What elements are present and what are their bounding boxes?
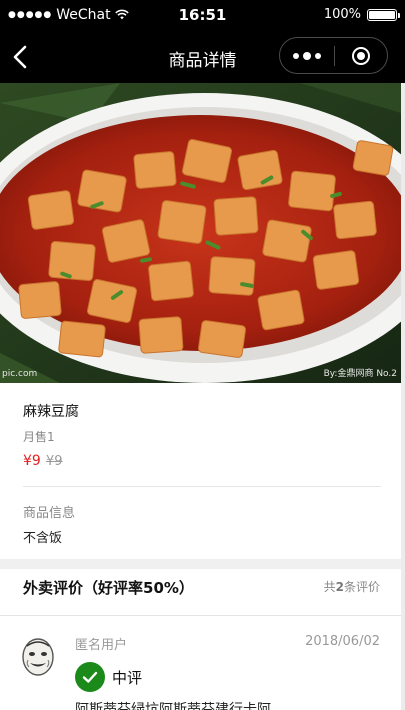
product-info-label: 商品信息 — [23, 506, 76, 521]
review-header: 外卖评价（好评率50%） 共2条评价 — [0, 569, 401, 616]
divider — [23, 486, 381, 487]
status-right: 100% — [323, 7, 400, 22]
original-price: ¥9 — [46, 454, 63, 469]
battery-percent: 100% — [323, 7, 361, 22]
product-info-card: 麻辣豆腐 月售1 ¥9 ¥9 商品信息 不含饭 — [0, 383, 401, 559]
more-dots-icon[interactable] — [280, 38, 334, 73]
review-count-number: 2 — [335, 580, 344, 594]
check-circle-icon — [75, 662, 105, 692]
image-watermark-left: pic.com — [2, 369, 38, 379]
mapo-tofu-photo — [0, 83, 401, 383]
nav-bar: 商品详情 — [0, 32, 405, 83]
review-count-suffix: 条评价 — [343, 580, 380, 594]
status-bar: ●●●●● WeChat 16:51 100% — [0, 0, 405, 32]
review-rating: 中评 — [112, 669, 143, 687]
product-info-value: 不含饭 — [23, 531, 63, 546]
review-section-title: 外卖评价（好评率50%） — [23, 579, 194, 597]
product-image: pic.com By:金鼎网商 No.2 — [0, 83, 401, 383]
avatar — [22, 638, 54, 676]
review-text: 阿斯蒂芬绿坑阿斯蒂芬建行卡阿 — [75, 702, 271, 710]
target-circle-icon[interactable] — [334, 38, 387, 73]
monthly-sales: 月售1 — [23, 430, 55, 444]
review-count-link[interactable]: 共2条评价 — [324, 578, 380, 595]
review-date: 2018/06/02 — [305, 634, 380, 649]
scrollbar-track[interactable] — [401, 83, 405, 710]
capsule-menu — [279, 37, 388, 74]
review-count-prefix: 共 — [323, 580, 336, 594]
product-name: 麻辣豆腐 — [23, 404, 79, 420]
section-gap — [0, 559, 401, 569]
image-watermark-right: By:金鼎网商 No.2 — [323, 369, 397, 379]
product-price: ¥9 — [23, 453, 41, 469]
review-username: 匿名用户 — [75, 638, 128, 653]
review-item: 匿名用户 2018/06/02 中评 阿斯蒂芬绿坑阿斯蒂芬建行卡阿 — [0, 617, 401, 710]
battery-icon — [367, 8, 400, 21]
